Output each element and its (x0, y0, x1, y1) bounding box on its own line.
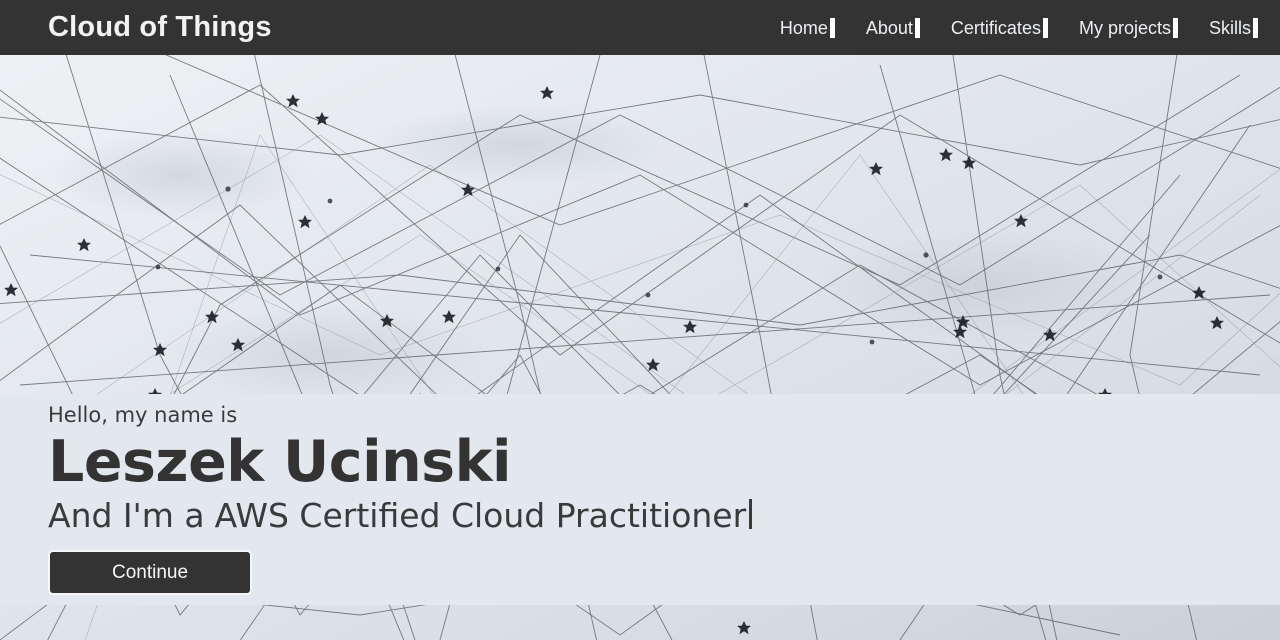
hero-section: Hello, my name is Leszek Ucinski And I'm… (0, 55, 1280, 640)
hero-greeting: Hello, my name is (48, 403, 238, 427)
nav-label: Home (779, 17, 828, 38)
nav-label: About (865, 17, 913, 38)
nav-item-my-projects[interactable]: My projects (1078, 17, 1178, 38)
text-caret-icon (1172, 17, 1178, 38)
site-header: Cloud of Things Home About Certificates … (0, 0, 1280, 55)
typing-caret-icon (749, 499, 753, 529)
text-caret-icon (1042, 17, 1048, 38)
continue-button[interactable]: Continue (48, 550, 252, 595)
site-logo[interactable]: Cloud of Things (48, 13, 272, 42)
nav-item-about[interactable]: About (865, 17, 920, 38)
hero-role-prefix: And I'm a (48, 496, 205, 535)
nav-label: Certificates (950, 17, 1041, 38)
hero-role-typed-text: AWS Certified Cloud Practitioner (214, 496, 747, 535)
text-caret-icon (914, 17, 920, 38)
nav-item-certificates[interactable]: Certificates (950, 17, 1048, 38)
hero-role-line: And I'm a AWS Certified Cloud Practition… (48, 495, 1280, 537)
text-caret-icon (829, 17, 835, 38)
nav-label: Skills (1208, 17, 1251, 38)
nav-item-skills[interactable]: Skills (1208, 17, 1258, 38)
page-root: Cloud of Things Home About Certificates … (0, 0, 1280, 640)
nav-item-home[interactable]: Home (779, 17, 835, 38)
hero-text-panel: Hello, my name is Leszek Ucinski And I'm… (0, 394, 1280, 605)
main-navigation: Home About Certificates My projects Skil… (749, 17, 1258, 38)
text-caret-icon (1253, 17, 1258, 38)
nav-label: My projects (1078, 17, 1171, 38)
hero-name: Leszek Ucinski (48, 429, 512, 495)
